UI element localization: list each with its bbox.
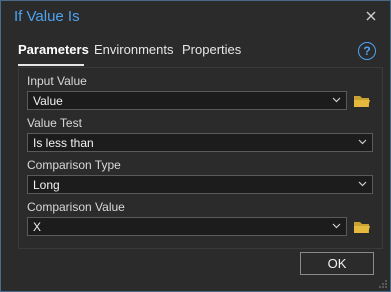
comparison-type-text: Long — [33, 178, 60, 192]
active-tab-underline — [18, 64, 84, 66]
folder-icon[interactable] — [353, 94, 371, 108]
if-value-is-dialog: If Value Is Parameters Environments Prop… — [0, 0, 391, 292]
input-value-dropdown[interactable]: Value — [27, 91, 347, 110]
ok-button[interactable]: OK — [300, 252, 374, 275]
tab-parameters[interactable]: Parameters — [18, 42, 89, 57]
chevron-down-icon — [358, 139, 367, 145]
comparison-value-label: Comparison Value — [27, 200, 125, 214]
value-test-text: Is less than — [33, 136, 94, 150]
input-value-text: Value — [33, 94, 63, 108]
comparison-value-dropdown[interactable]: X — [27, 217, 347, 236]
value-test-label: Value Test — [27, 116, 82, 130]
folder-icon[interactable] — [353, 220, 371, 234]
comparison-value-text: X — [33, 220, 42, 234]
input-value-label: Input Value — [27, 74, 87, 88]
chevron-down-icon — [332, 223, 341, 229]
help-icon[interactable]: ? — [358, 42, 376, 60]
tab-environments[interactable]: Environments — [94, 42, 173, 57]
chevron-down-icon — [332, 97, 341, 103]
close-icon[interactable] — [364, 9, 378, 23]
chevron-down-icon — [358, 181, 367, 187]
comparison-type-label: Comparison Type — [27, 158, 121, 172]
comparison-type-dropdown[interactable]: Long — [27, 175, 373, 194]
tab-properties[interactable]: Properties — [182, 42, 241, 57]
title-bar: If Value Is — [1, 1, 390, 35]
value-test-dropdown[interactable]: Is less than — [27, 133, 373, 152]
resize-grip-icon[interactable] — [378, 279, 388, 289]
dialog-title: If Value Is — [14, 8, 80, 25]
